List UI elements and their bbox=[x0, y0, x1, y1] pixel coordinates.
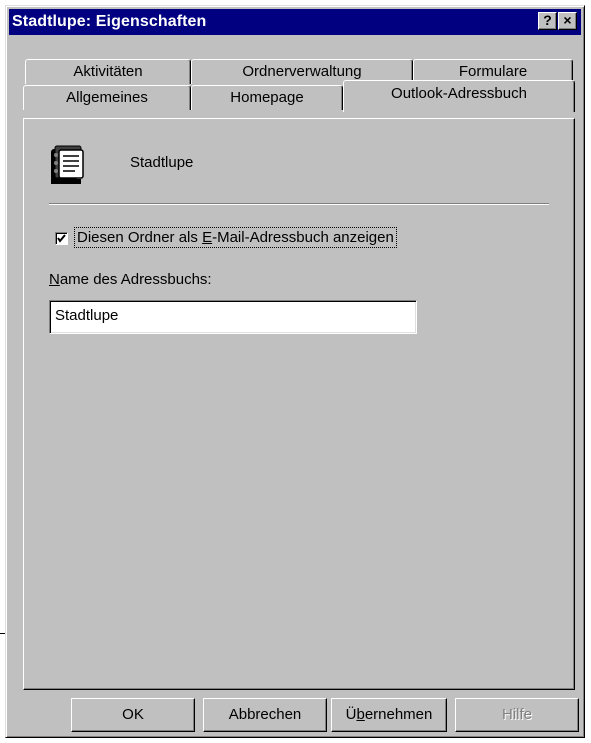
cancel-label: Abbrechen bbox=[228, 706, 302, 723]
ok-button[interactable]: OK bbox=[71, 698, 195, 732]
tab-allgemeines[interactable]: Allgemeines bbox=[23, 85, 191, 110]
help-button[interactable]: Hilfe bbox=[455, 698, 579, 732]
addressbook-name-label: Name des Adressbuchs: bbox=[49, 271, 212, 288]
title-bar[interactable]: Stadtlupe: Eigenschaften ? × bbox=[9, 9, 581, 35]
addressbook-name-input[interactable]: Stadtlupe bbox=[49, 300, 417, 334]
label-text-post: -Mail-Adressbuch anzeigen bbox=[212, 229, 394, 246]
label-accel: E bbox=[202, 229, 213, 246]
tab-outlook-adressbuch[interactable]: Outlook-Adressbuch bbox=[343, 80, 575, 112]
show-addressbook-label[interactable]: Diesen Ordner als E-Mail-Adressbuch anze… bbox=[74, 227, 397, 248]
label-text-pre: Diesen Ordner als bbox=[77, 229, 203, 246]
address-book-icon bbox=[51, 145, 84, 184]
folder-name: Stadtlupe bbox=[130, 154, 194, 171]
apply-pre: Ü bbox=[345, 706, 357, 723]
window-title: Stadtlupe: Eigenschaften bbox=[12, 13, 207, 30]
field-label-accel: N bbox=[49, 271, 60, 288]
help-icon[interactable]: ? bbox=[538, 12, 557, 30]
show-addressbook-checkbox[interactable] bbox=[55, 232, 68, 245]
checkmark-icon bbox=[57, 234, 66, 243]
apply-post: ernehmen bbox=[364, 706, 433, 723]
apply-button[interactable]: Übernehmen bbox=[331, 698, 447, 732]
cancel-button[interactable]: Abbrechen bbox=[203, 698, 327, 732]
apply-accel: b bbox=[356, 706, 365, 723]
close-icon[interactable]: × bbox=[558, 12, 577, 30]
tab-homepage[interactable]: Homepage bbox=[191, 85, 343, 110]
tab-panel: Stadtlupe Diesen Ordner als E-Mail-Adres… bbox=[23, 118, 575, 690]
properties-dialog: Stadtlupe: Eigenschaften ? × Aktivitäten… bbox=[5, 5, 585, 738]
separator bbox=[49, 203, 549, 205]
tab-aktivitaeten[interactable]: Aktivitäten bbox=[25, 59, 191, 84]
field-label-rest: ame des Adressbuchs: bbox=[59, 271, 212, 288]
